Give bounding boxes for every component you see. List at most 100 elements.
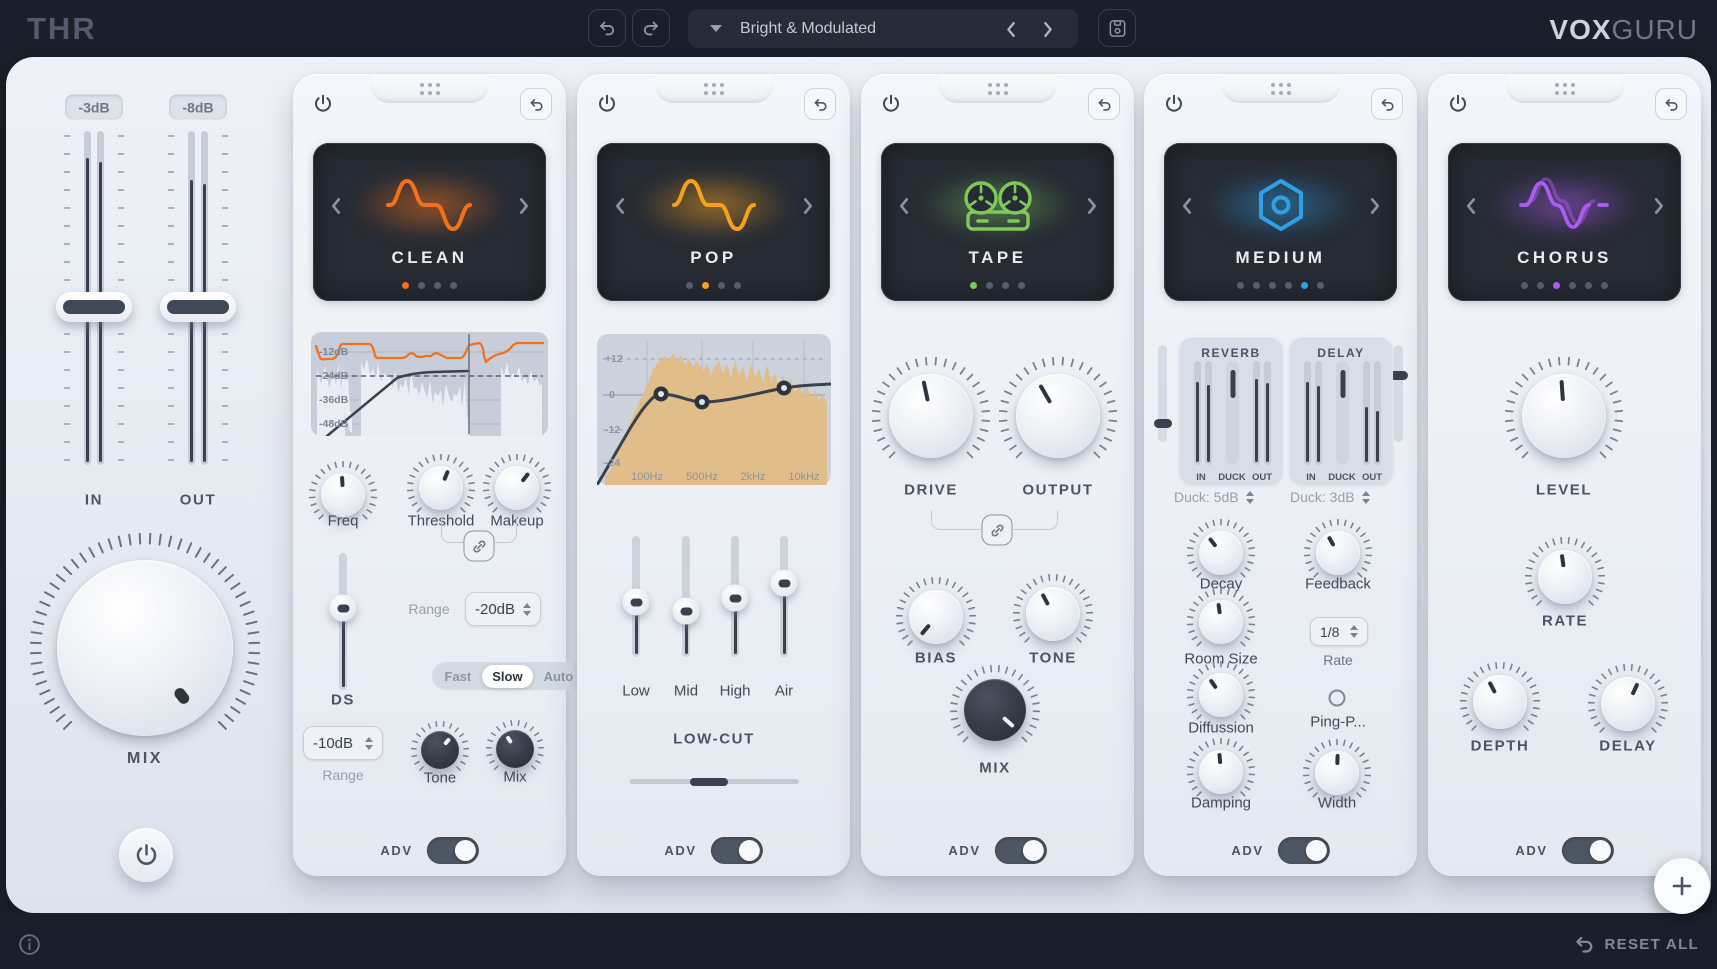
mode-pagination-dots[interactable] (1448, 282, 1681, 289)
prev-mode-button[interactable] (893, 195, 913, 217)
speed-option-fast[interactable]: Fast (435, 665, 482, 688)
room-size-knob[interactable] (1199, 600, 1243, 644)
input-fader[interactable] (74, 131, 114, 465)
width-knob[interactable] (1315, 751, 1359, 795)
drag-handle[interactable] (939, 74, 1057, 103)
pop-display[interactable]: POP (597, 143, 830, 301)
rate-knob[interactable] (1538, 550, 1592, 604)
pop-power-button[interactable] (593, 90, 621, 118)
rate-stepper[interactable]: 1/8 (1310, 617, 1368, 646)
delay-send-mini-slider[interactable] (1394, 345, 1403, 442)
prev-mode-button[interactable] (1176, 195, 1196, 217)
drag-handle[interactable] (371, 74, 489, 103)
tape-display[interactable]: TAPE (881, 143, 1114, 301)
depth-knob[interactable] (1473, 675, 1527, 729)
prev-mode-button[interactable] (325, 195, 345, 217)
drive-output-link-button[interactable] (982, 515, 1013, 546)
low-band-handle[interactable] (623, 589, 650, 616)
lowcut-handle[interactable] (690, 778, 728, 786)
mode-pagination-dots[interactable] (881, 282, 1114, 289)
clean-display[interactable]: CLEAN (313, 143, 546, 301)
prev-mode-button[interactable] (609, 195, 629, 217)
reverb-duck-stepper[interactable]: Duck: 5dB (1174, 489, 1254, 505)
speed-option-slow[interactable]: Slow (482, 665, 532, 688)
stepper-arrows[interactable] (365, 737, 373, 750)
mini-slider-handle[interactable] (1154, 419, 1172, 428)
input-gain-readout[interactable]: -3dB (65, 95, 123, 120)
redo-button[interactable] (632, 9, 670, 47)
prev-mode-button[interactable] (1460, 195, 1480, 217)
stepper-arrows[interactable] (1350, 625, 1358, 638)
medium-display[interactable]: MEDIUM (1164, 143, 1397, 301)
reset-all-button[interactable]: RESET ALL (1573, 933, 1699, 955)
next-mode-button[interactable] (798, 195, 818, 217)
drag-handle[interactable] (655, 74, 773, 103)
damping-knob[interactable] (1199, 750, 1243, 794)
mix-knob[interactable] (496, 730, 534, 768)
save-preset-button[interactable] (1098, 9, 1136, 47)
mode-pagination-dots[interactable] (1164, 282, 1397, 289)
adv-toggle[interactable] (1562, 837, 1614, 864)
tone-knob[interactable] (421, 731, 459, 769)
master-power-button[interactable] (119, 828, 173, 882)
master-mix-knob[interactable] (57, 560, 233, 736)
medium-power-button[interactable] (1160, 90, 1188, 118)
output-fader-handle[interactable] (160, 292, 236, 322)
feedback-knob[interactable] (1316, 531, 1360, 575)
next-mode-button[interactable] (514, 195, 534, 217)
mode-pagination-dots[interactable] (313, 282, 546, 289)
level-knob[interactable] (1522, 374, 1606, 458)
next-mode-button[interactable] (1082, 195, 1102, 217)
speed-segmented-control[interactable]: Fast Slow Auto (432, 662, 586, 690)
ping-pong-toggle[interactable] (1329, 690, 1346, 707)
delay-duck-stepper[interactable]: Duck: 3dB (1290, 489, 1370, 505)
drag-handle[interactable] (1506, 74, 1624, 103)
decay-knob[interactable] (1199, 531, 1243, 575)
threshold-makeup-link-button[interactable] (464, 531, 495, 562)
ds-slider[interactable] (339, 553, 347, 690)
input-fader-handle[interactable] (56, 292, 132, 322)
preset-next-button[interactable] (1036, 17, 1060, 41)
output-fader[interactable] (178, 131, 218, 465)
ds-range-stepper[interactable]: -10dB (303, 726, 383, 760)
tape-power-button[interactable] (877, 90, 905, 118)
output-knob[interactable] (1016, 374, 1100, 458)
tone-knob[interactable] (1026, 587, 1080, 641)
pop-eq-graph[interactable]: +12 0 -12 -24 100Hz 500Hz 2kHz 10kHz (597, 334, 831, 485)
mid-band-slider[interactable] (682, 536, 690, 657)
preset-selector[interactable]: Bright & Modulated (688, 9, 1078, 48)
lowcut-slider[interactable] (630, 779, 799, 784)
makeup-knob[interactable] (495, 466, 539, 510)
mix-knob[interactable] (964, 679, 1026, 741)
tape-reset-button[interactable] (1088, 88, 1120, 120)
chorus-display[interactable]: CHORUS (1448, 143, 1681, 301)
add-module-button[interactable] (1654, 858, 1710, 914)
chorus-reset-button[interactable] (1655, 88, 1687, 120)
ds-slider-handle[interactable] (330, 595, 357, 622)
stepper-arrows[interactable] (523, 603, 531, 616)
pop-reset-button[interactable] (804, 88, 836, 120)
high-band-handle[interactable] (722, 585, 749, 612)
adv-toggle[interactable] (995, 837, 1047, 864)
delay-knob[interactable] (1601, 677, 1655, 731)
air-band-slider[interactable] (780, 536, 788, 657)
reverb-send-mini-slider[interactable] (1158, 345, 1167, 442)
speed-option-auto[interactable]: Auto (534, 665, 584, 688)
medium-reset-button[interactable] (1371, 88, 1403, 120)
mode-pagination-dots[interactable] (597, 282, 830, 289)
air-band-handle[interactable] (771, 570, 798, 597)
clean-reset-button[interactable] (520, 88, 552, 120)
info-button[interactable] (17, 932, 42, 957)
stepper-arrows[interactable] (1246, 491, 1254, 504)
undo-button[interactable] (588, 9, 626, 47)
drag-handle[interactable] (1222, 74, 1340, 103)
bias-knob[interactable] (909, 590, 963, 644)
output-gain-readout[interactable]: -8dB (169, 95, 227, 120)
mid-band-handle[interactable] (673, 598, 700, 625)
drive-knob[interactable] (889, 374, 973, 458)
range-stepper[interactable]: -20dB (465, 592, 541, 626)
chorus-power-button[interactable] (1444, 90, 1472, 118)
threshold-knob[interactable] (419, 466, 463, 510)
next-mode-button[interactable] (1649, 195, 1669, 217)
clean-power-button[interactable] (309, 90, 337, 118)
